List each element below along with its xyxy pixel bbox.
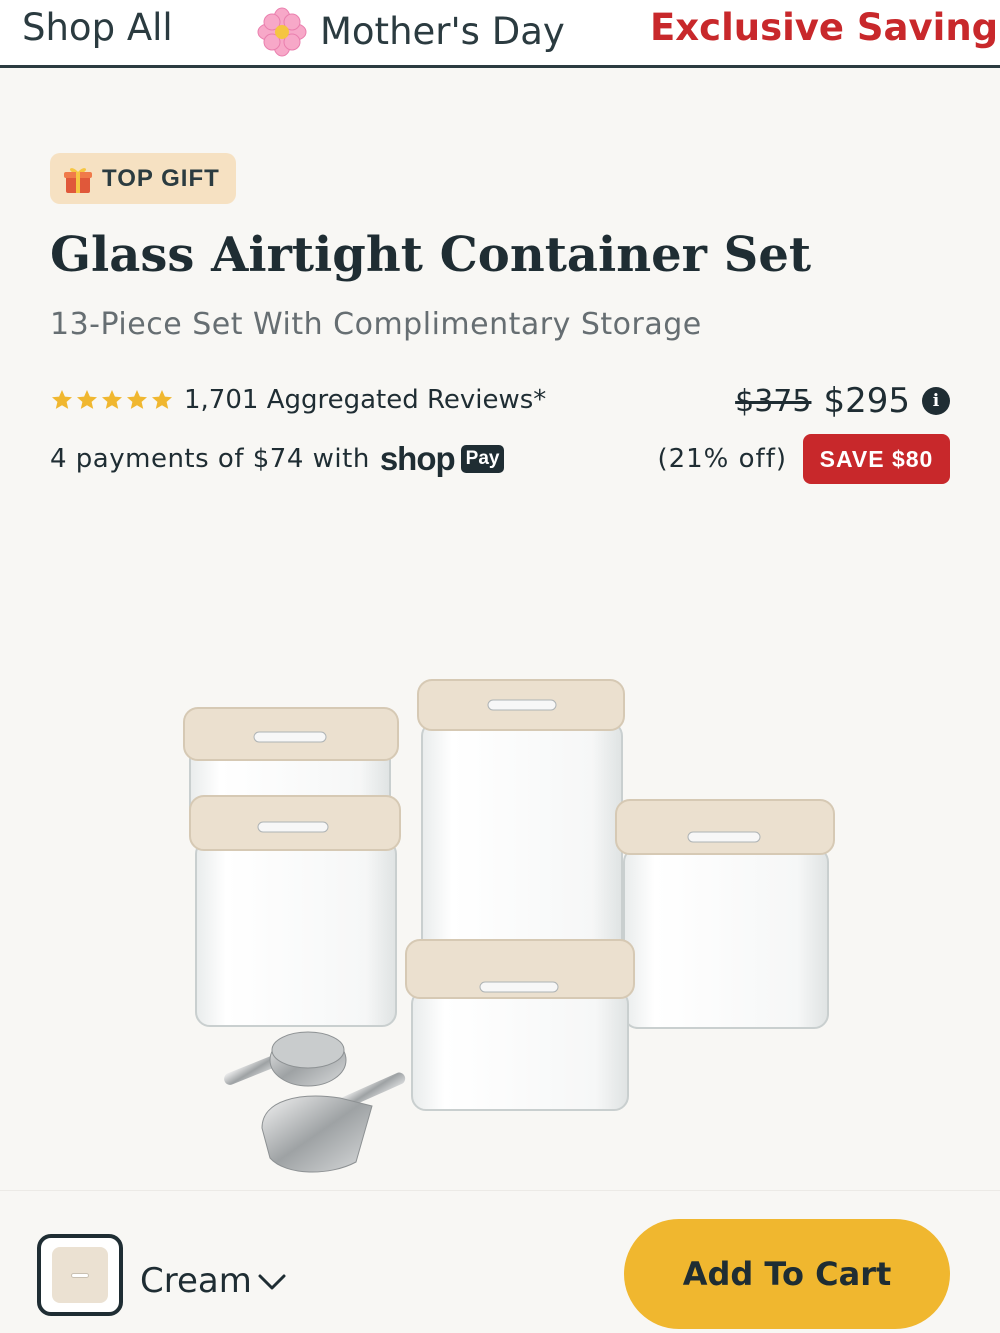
swatch-handle <box>71 1272 89 1278</box>
info-icon[interactable]: i <box>922 387 950 415</box>
product-title: Glass Airtight Container Set <box>50 227 812 283</box>
badge-label: TOP GIFT <box>102 164 220 192</box>
container-front <box>405 939 635 1111</box>
nav-mothers-day-label: Mother's Day <box>320 10 565 53</box>
flower-icon <box>257 7 307 57</box>
bottom-bar: Cream Add To Cart <box>0 1190 1000 1333</box>
discount-row: (21% off) SAVE $80 <box>657 434 950 484</box>
star-icon <box>52 390 72 409</box>
nav-shop-all[interactable]: Shop All <box>22 6 173 50</box>
color-select[interactable]: Cream <box>140 1259 288 1303</box>
gift-icon <box>64 167 92 193</box>
discount-percent: (21% off) <box>657 444 787 474</box>
container-right <box>615 799 835 1029</box>
save-badge: SAVE $80 <box>803 434 950 484</box>
measuring-scoop <box>261 1072 406 1173</box>
nav-mothers-day[interactable]: Mother's Day <box>256 6 565 58</box>
top-gift-badge: TOP GIFT <box>50 153 236 204</box>
product-image[interactable] <box>0 500 1000 1190</box>
measuring-cup <box>224 1031 347 1087</box>
top-nav: Shop All Mother's Day Exclusive Savings <box>0 0 1000 68</box>
chevron-down-icon <box>258 1274 286 1290</box>
price-sale: $295 <box>823 381 910 421</box>
nav-exclusive-savings[interactable]: Exclusive Savings <box>650 6 1000 50</box>
star-rating <box>50 388 174 412</box>
installment-info: 4 payments of $74 with shop Pay <box>50 438 505 480</box>
star-icon <box>152 390 172 409</box>
price-row: $375 $295 i <box>735 378 950 424</box>
shop-pay-badge: Pay <box>460 445 505 473</box>
product-subtitle: 13-Piece Set With Complimentary Storage <box>50 307 702 342</box>
shop-pay-logo: shop <box>379 440 456 477</box>
star-icon <box>77 390 97 409</box>
payments-text: 4 payments of $74 with <box>50 444 370 474</box>
reviews-count: 1,701 Aggregated Reviews* <box>184 385 547 415</box>
container-stack-bottom <box>189 795 401 1027</box>
star-icon <box>102 390 122 409</box>
price-original: $375 <box>735 383 812 419</box>
container-tall <box>417 679 625 961</box>
color-label: Cream <box>140 1261 252 1301</box>
swatch-preview <box>52 1247 108 1303</box>
star-icon <box>127 390 147 409</box>
reviews-summary[interactable]: 1,701 Aggregated Reviews* <box>50 380 546 420</box>
add-to-cart-button[interactable]: Add To Cart <box>624 1219 950 1329</box>
color-swatch[interactable] <box>37 1234 123 1316</box>
